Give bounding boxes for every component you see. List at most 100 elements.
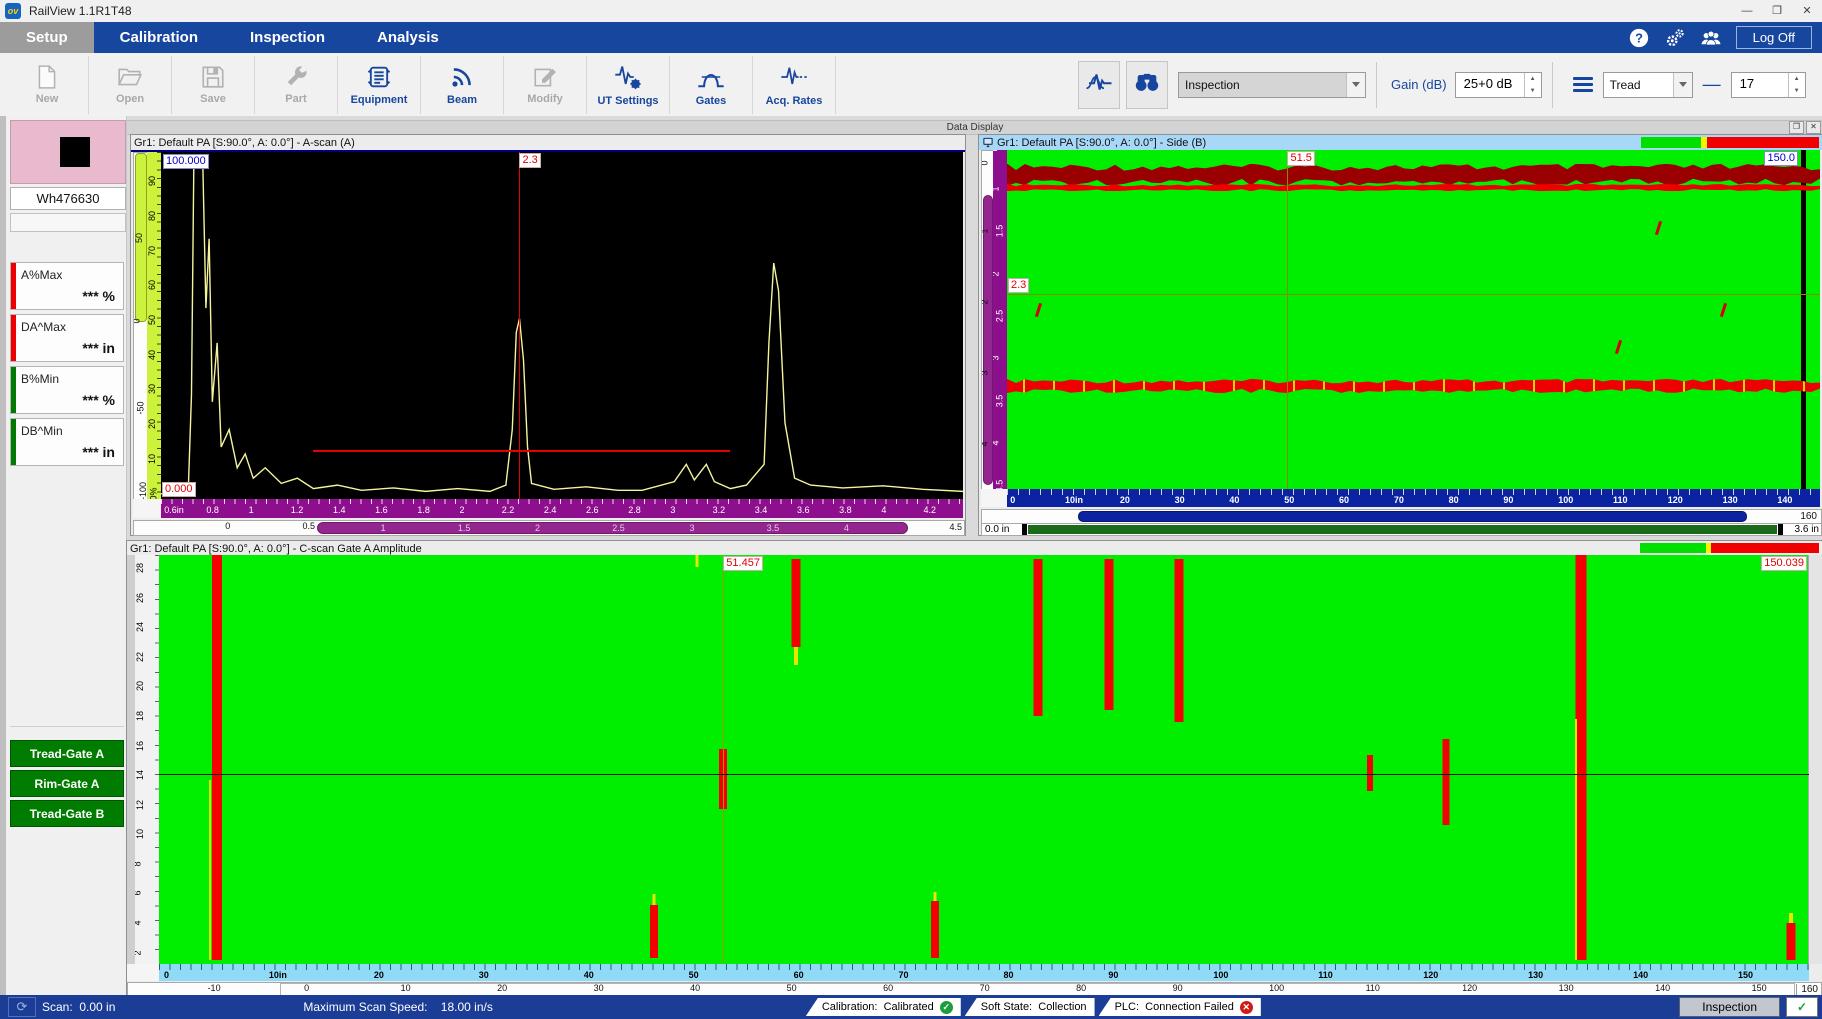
tick-label: 70 — [1394, 495, 1404, 505]
signal-view-button[interactable] — [1078, 61, 1120, 109]
tick-label: 50 — [787, 983, 797, 993]
ascan-gate-line[interactable] — [313, 450, 730, 452]
data-display-restore-button[interactable]: ❐ — [1789, 121, 1804, 134]
toolbar-button-label: UT Settings — [597, 95, 658, 107]
toolbar-button-label: Save — [200, 93, 226, 105]
settings-gears-icon[interactable] — [1664, 27, 1686, 49]
tick-label: 50 — [1284, 495, 1294, 505]
menu-tab-analysis[interactable]: Analysis — [351, 22, 465, 53]
equipment-button[interactable]: Equipment — [338, 56, 421, 114]
part-icon — [283, 64, 309, 90]
count-down-arrow[interactable]: ▼ — [1789, 85, 1805, 97]
tick-label: 130 — [1723, 495, 1738, 505]
gain-up-arrow[interactable]: ▲ — [1525, 73, 1541, 85]
small-echo-mark — [1035, 302, 1042, 316]
tick-label: 0% — [149, 487, 159, 499]
beam-button[interactable]: Beam — [421, 56, 504, 114]
cscan-cursor-hline[interactable] — [159, 774, 1809, 775]
tick-label: 90 — [147, 176, 157, 186]
gates-button[interactable]: Gates — [670, 56, 753, 114]
tick-label: 3.5 — [767, 523, 780, 533]
gate-button-rim-gate-a[interactable]: Rim-Gate A — [10, 770, 124, 797]
gate-button-tread-gate-b[interactable]: Tread-Gate B — [10, 800, 124, 827]
probe-dropdown-arrow[interactable] — [1673, 73, 1692, 97]
secondary-id-field[interactable] — [10, 213, 126, 232]
bscan-range-start-handle[interactable] — [1022, 524, 1027, 535]
log-off-button[interactable]: Log Off — [1736, 26, 1812, 49]
ascan-cursor-line[interactable] — [519, 152, 520, 499]
ut-settings-icon — [613, 62, 643, 92]
count-stepper[interactable]: 17 ▲▼ — [1731, 72, 1806, 98]
view-mode-select[interactable]: Inspection — [1178, 72, 1366, 98]
tick-label: 0 — [133, 319, 142, 324]
ut-settings-button[interactable]: UT Settings — [587, 56, 670, 114]
data-display-close-button[interactable]: ✕ — [1806, 121, 1821, 134]
ascan-horizontal-scrollbar[interactable]: 00.5 11.522.533.54 4.5 — [133, 520, 965, 536]
refresh-icon[interactable]: ⟳ — [8, 997, 36, 1017]
marginal-indication — [933, 892, 936, 900]
scan-indicator[interactable] — [10, 120, 126, 184]
marginal-indication — [1575, 719, 1577, 960]
menu-tab-inspection[interactable]: Inspection — [224, 22, 351, 53]
gain-stepper[interactable]: 25+0 dB ▲▼ — [1455, 72, 1542, 98]
acq-rates-button[interactable]: Acq. Rates — [753, 56, 836, 114]
bscan-title-bar[interactable]: Gr1: Default PA [S:90.0°, A: 0.0°] - Sid… — [979, 135, 1822, 150]
tick-label: 3.5 — [994, 395, 1004, 408]
monitor-icon — [982, 137, 994, 148]
defect-indication — [791, 559, 800, 647]
users-icon[interactable] — [1700, 27, 1722, 49]
tick-label: 2 — [535, 523, 540, 533]
tick-label: 0 — [1010, 495, 1015, 505]
inspect-search-button[interactable] — [1126, 61, 1168, 109]
bscan-range-end-handle[interactable] — [1778, 524, 1783, 535]
tick-label: 80 — [1003, 970, 1013, 980]
app-logo-icon: ov — [5, 3, 21, 19]
gain-value: 25+0 dB — [1456, 73, 1524, 97]
data-display-header[interactable]: Data Display ❐ ✕ — [126, 120, 1822, 135]
defect-indication — [931, 901, 939, 958]
tick-label: 60 — [883, 983, 893, 993]
minimize-button[interactable]: — — [1732, 1, 1762, 22]
tick-label: 8 — [135, 861, 143, 866]
channel-menu-icon[interactable] — [1573, 77, 1593, 92]
acq-rates-icon — [779, 62, 809, 92]
cscan-cursor-vline[interactable] — [723, 555, 724, 964]
bscan-depth-range-bar[interactable]: 0.0 in 3.6 in — [981, 523, 1822, 536]
bscan-cursor-vline[interactable] — [1287, 150, 1288, 489]
tick-label: 1.5 — [458, 523, 471, 533]
gain-down-arrow[interactable]: ▼ — [1525, 85, 1541, 97]
bscan-title: Gr1: Default PA [S:90.0°, A: 0.0°] - Sid… — [997, 137, 1206, 149]
ascan-depth-ruler: 0.6in0.811.21.41.61.822.22.42.62.833.23.… — [161, 499, 963, 518]
tick-label: 30 — [1175, 495, 1185, 505]
cscan-plot[interactable]: 51.457 150.039 — [159, 555, 1809, 964]
wheel-id-field[interactable]: Wh476630 — [10, 187, 126, 210]
close-button[interactable]: ✕ — [1792, 1, 1822, 22]
cscan-title-bar[interactable]: Gr1: Default PA [S:90.0°, A: 0.0°] - C-s… — [127, 541, 1822, 556]
ascan-title-bar[interactable]: Gr1: Default PA [S:90.0°, A: 0.0°] - A-s… — [131, 135, 965, 150]
bscan-hscroll-thumb[interactable] — [1078, 511, 1747, 522]
menu-tab-calibration[interactable]: Calibration — [94, 22, 224, 53]
view-mode-dropdown-arrow[interactable] — [1346, 73, 1365, 97]
ascan-trace — [161, 159, 963, 494]
tick-label: 60 — [1339, 495, 1349, 505]
bscan-horizontal-scrollbar[interactable]: 160 — [981, 509, 1822, 524]
tick-label: 12 — [135, 800, 145, 810]
count-up-arrow[interactable]: ▲ — [1789, 73, 1805, 85]
menu-tab-setup[interactable]: Setup — [0, 22, 94, 53]
restore-button[interactable]: ❐ — [1762, 1, 1792, 22]
help-icon[interactable]: ? — [1628, 27, 1650, 49]
confirm-check-button[interactable]: ✓ — [1786, 997, 1818, 1017]
measurement-name: B%Min — [21, 372, 59, 386]
sidebar: Wh476630 A%Max*** %DA^Max*** inB%Min*** … — [0, 116, 127, 995]
tick-label: 50 — [689, 970, 699, 980]
defect-indication — [1174, 559, 1183, 722]
open-button: Open — [89, 56, 172, 114]
ascan-hscroll-thumb[interactable]: 11.522.533.54 — [317, 522, 908, 534]
bscan-plot[interactable]: 51.5 2.3 150.0 — [1007, 150, 1820, 489]
gate-button-tread-gate-a[interactable]: Tread-Gate A — [10, 740, 124, 767]
ascan-plot[interactable]: 100.000 0.000 2.3 — [161, 152, 963, 499]
cscan-cursor-label: 51.457 — [723, 556, 763, 571]
probe-select[interactable]: Tread — [1603, 72, 1693, 98]
inspection-mode-button[interactable]: Inspection — [1679, 997, 1780, 1017]
bscan-cursor-hline[interactable] — [1007, 294, 1820, 295]
